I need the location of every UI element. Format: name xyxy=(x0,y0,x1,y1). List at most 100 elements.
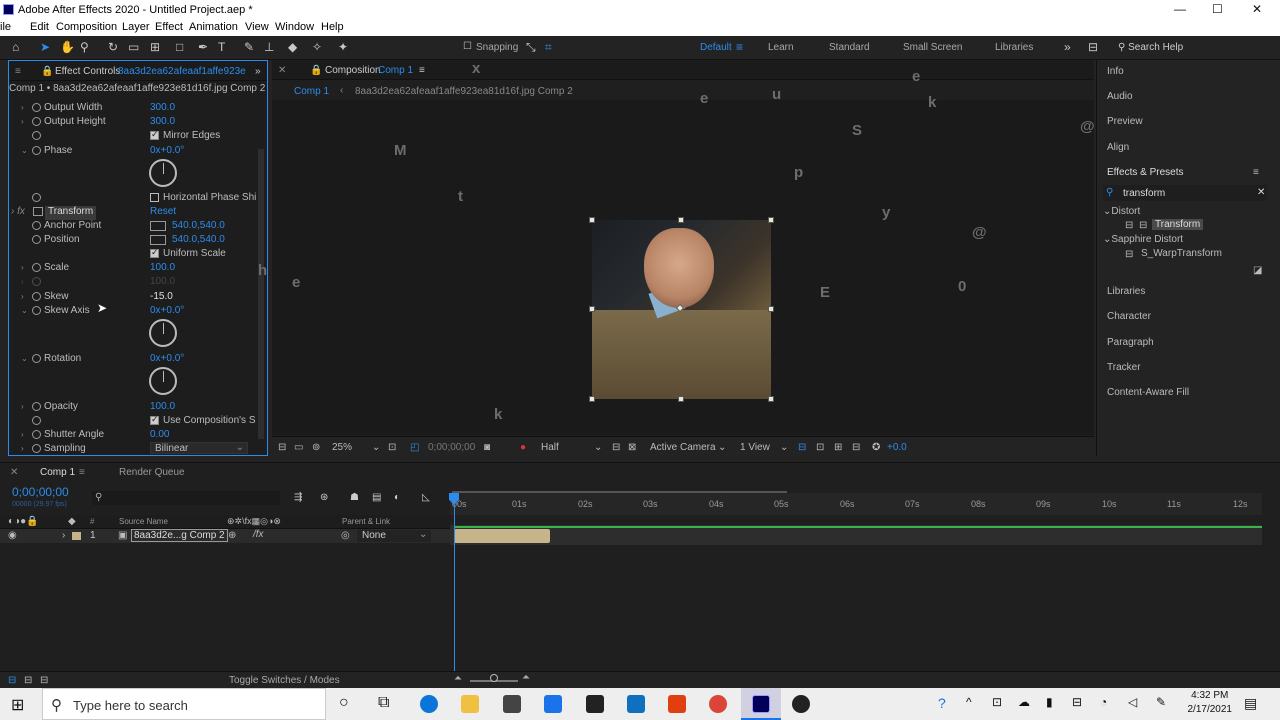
clone-stamp-tool-icon[interactable]: ⊥ xyxy=(264,41,274,53)
fast-previews-icon[interactable]: ⊟ xyxy=(612,442,620,453)
dropbox-icon[interactable] xyxy=(586,695,604,713)
menu-layer[interactable]: Layer xyxy=(122,21,150,33)
stopwatch-icon[interactable] xyxy=(32,103,41,112)
obs-icon[interactable] xyxy=(792,695,810,713)
transform-handle[interactable] xyxy=(589,396,595,402)
store-icon[interactable] xyxy=(503,695,521,713)
zoom-slider-knob[interactable] xyxy=(490,674,498,682)
chevron-down-icon[interactable]: ⌄ xyxy=(780,442,788,453)
panel-menu-icon[interactable]: ≡ xyxy=(15,66,21,77)
anchor-point-value[interactable]: 540.0,540.0 xyxy=(172,220,225,231)
effect-controls-tab-file[interactable]: 8aa3d2ea62afeaaf1affe923e xyxy=(118,66,246,77)
search-help-field[interactable]: ⚲ Search Help xyxy=(1118,42,1183,53)
panel-menu-icon[interactable]: ≡ xyxy=(419,65,425,76)
twirl-icon[interactable]: › xyxy=(21,103,24,112)
align-panel-tab[interactable]: Align xyxy=(1107,142,1129,153)
always-preview-icon[interactable]: ⊟ xyxy=(278,442,286,453)
motion-blur-icon[interactable]: ◐ xyxy=(394,492,400,503)
distort-group[interactable]: ⌄Distort xyxy=(1103,206,1140,217)
menu-effect[interactable]: Effect xyxy=(155,21,183,33)
menu-edit[interactable]: Edit xyxy=(30,21,49,33)
menu-animation[interactable]: Animation xyxy=(189,21,238,33)
transfer-controls-icon[interactable]: ⊟ xyxy=(24,675,32,686)
new-folder-icon[interactable]: ◪ xyxy=(1253,265,1262,276)
chevron-down-icon[interactable]: ⌄ xyxy=(594,442,602,453)
sapphire-distort-group[interactable]: ⌄Sapphire Distort xyxy=(1103,234,1183,245)
twirl-icon[interactable]: › xyxy=(21,263,24,272)
position-value[interactable]: 540.0,540.0 xyxy=(172,234,225,245)
show-hidden-icons[interactable]: ^ xyxy=(966,695,972,709)
after-effects-taskbar-item[interactable] xyxy=(741,688,781,720)
transform-handle[interactable] xyxy=(589,306,595,312)
fit-icon[interactable]: ⊡ xyxy=(388,442,396,453)
breadcrumb-comp-2[interactable]: 8aa3d2ea62afeaaf1affe923ea81d16f.jpg Com… xyxy=(355,86,573,97)
transform-handle[interactable] xyxy=(678,396,684,402)
scale-value[interactable]: 100.0 xyxy=(150,262,175,273)
transform-handle[interactable] xyxy=(678,217,684,223)
snapshot-icon[interactable]: ◙ xyxy=(484,442,490,453)
layer-track[interactable] xyxy=(450,525,1262,545)
lock-icon[interactable]: 🔒 xyxy=(310,65,322,76)
exposure-value[interactable]: +0.0 xyxy=(887,442,907,453)
menu-composition[interactable]: Composition xyxy=(56,21,117,33)
pickwhip-icon[interactable]: ◎ xyxy=(341,530,350,541)
stopwatch-icon[interactable] xyxy=(32,306,41,315)
rotate-tool-icon[interactable]: ↻ xyxy=(108,41,118,53)
region-of-interest-icon[interactable]: ◰ xyxy=(410,442,419,453)
stopwatch-icon[interactable] xyxy=(32,146,41,155)
uniform-scale-checkbox[interactable] xyxy=(150,247,159,258)
chevron-down-icon[interactable]: ⌄ xyxy=(372,442,380,453)
transform-handle[interactable] xyxy=(768,306,774,312)
toggle-pixel-aspect-icon[interactable]: ⊟ xyxy=(798,442,806,453)
stopwatch-icon[interactable] xyxy=(32,221,41,230)
twirl-open-icon[interactable]: ⌄ xyxy=(21,306,28,315)
info-panel-tab[interactable]: Info xyxy=(1107,66,1124,77)
tracker-panel-tab[interactable]: Tracker xyxy=(1107,362,1141,373)
skew-axis-value[interactable]: 0x+0.0° xyxy=(150,305,184,316)
layer-duration-bar[interactable] xyxy=(454,529,550,543)
s-warptransform-effect-item[interactable]: S_WarpTransform xyxy=(1141,248,1222,259)
horizontal-phase-shift-checkbox[interactable] xyxy=(150,193,159,202)
rectangle-tool-icon[interactable]: □ xyxy=(176,41,183,53)
lock-icon[interactable]: 🔒 xyxy=(41,66,53,77)
network-icon[interactable]: ⊟ xyxy=(1072,695,1082,709)
transform-effect-item[interactable]: Transform xyxy=(1152,219,1204,230)
hand-tool-icon[interactable]: ✋ xyxy=(60,41,75,53)
stopwatch-icon[interactable] xyxy=(32,402,41,411)
zoom-in-icon[interactable]: ⏶ xyxy=(522,672,530,683)
close-button[interactable]: ✕ xyxy=(1252,2,1262,16)
stopwatch-icon[interactable] xyxy=(32,416,41,425)
workspace-libraries[interactable]: Libraries xyxy=(995,42,1033,53)
sampling-dropdown[interactable]: Bilinear ⌄ xyxy=(150,442,248,454)
layer-name[interactable]: 8aa3d2e...g Comp 2 xyxy=(131,529,228,542)
workspace-standard[interactable]: Standard xyxy=(829,42,870,53)
mirror-edges-checkbox[interactable] xyxy=(150,129,159,140)
workspace-default[interactable]: Default xyxy=(700,42,732,53)
visibility-icon[interactable]: ◉ xyxy=(8,530,17,541)
help-tray-icon[interactable]: ? xyxy=(938,695,946,711)
transform-handle[interactable] xyxy=(768,396,774,402)
twirl-icon[interactable]: › xyxy=(62,530,65,541)
character-panel-tab[interactable]: Character xyxy=(1107,311,1151,322)
home-icon[interactable]: ⌂ xyxy=(12,41,19,53)
shutter-angle-value[interactable]: 0.00 xyxy=(150,429,169,440)
stopwatch-icon[interactable] xyxy=(32,444,41,453)
timeline-timecode[interactable]: 0;00;00;00 xyxy=(12,485,69,499)
type-tool-icon[interactable]: T xyxy=(218,41,225,53)
pan-behind-tool-icon[interactable]: ⊞ xyxy=(150,41,160,53)
crosshair-icon[interactable] xyxy=(150,235,166,245)
output-height-value[interactable]: 300.0 xyxy=(150,116,175,127)
transform-handle[interactable] xyxy=(768,217,774,223)
snapping-checkbox[interactable]: ☐ xyxy=(463,41,472,53)
panel-overflow-icon[interactable]: » xyxy=(255,66,261,77)
phase-dial[interactable] xyxy=(149,159,177,187)
menu-file[interactable]: ile xyxy=(0,21,11,33)
close-tab-icon[interactable]: ✕ xyxy=(278,65,286,76)
skew-value[interactable]: -15.0 xyxy=(150,291,173,302)
content-aware-fill-panel-tab[interactable]: Content-Aware Fill xyxy=(1107,387,1189,398)
camera-dropdown[interactable]: Active Camera xyxy=(650,442,716,453)
more-workspaces-icon[interactable]: » xyxy=(1064,41,1071,53)
fx-switch-icon[interactable]: /fx xyxy=(253,529,264,540)
workspace-edit-icon[interactable]: ⊟ xyxy=(1088,41,1098,53)
monitor-icon[interactable]: ▭ xyxy=(294,442,303,453)
